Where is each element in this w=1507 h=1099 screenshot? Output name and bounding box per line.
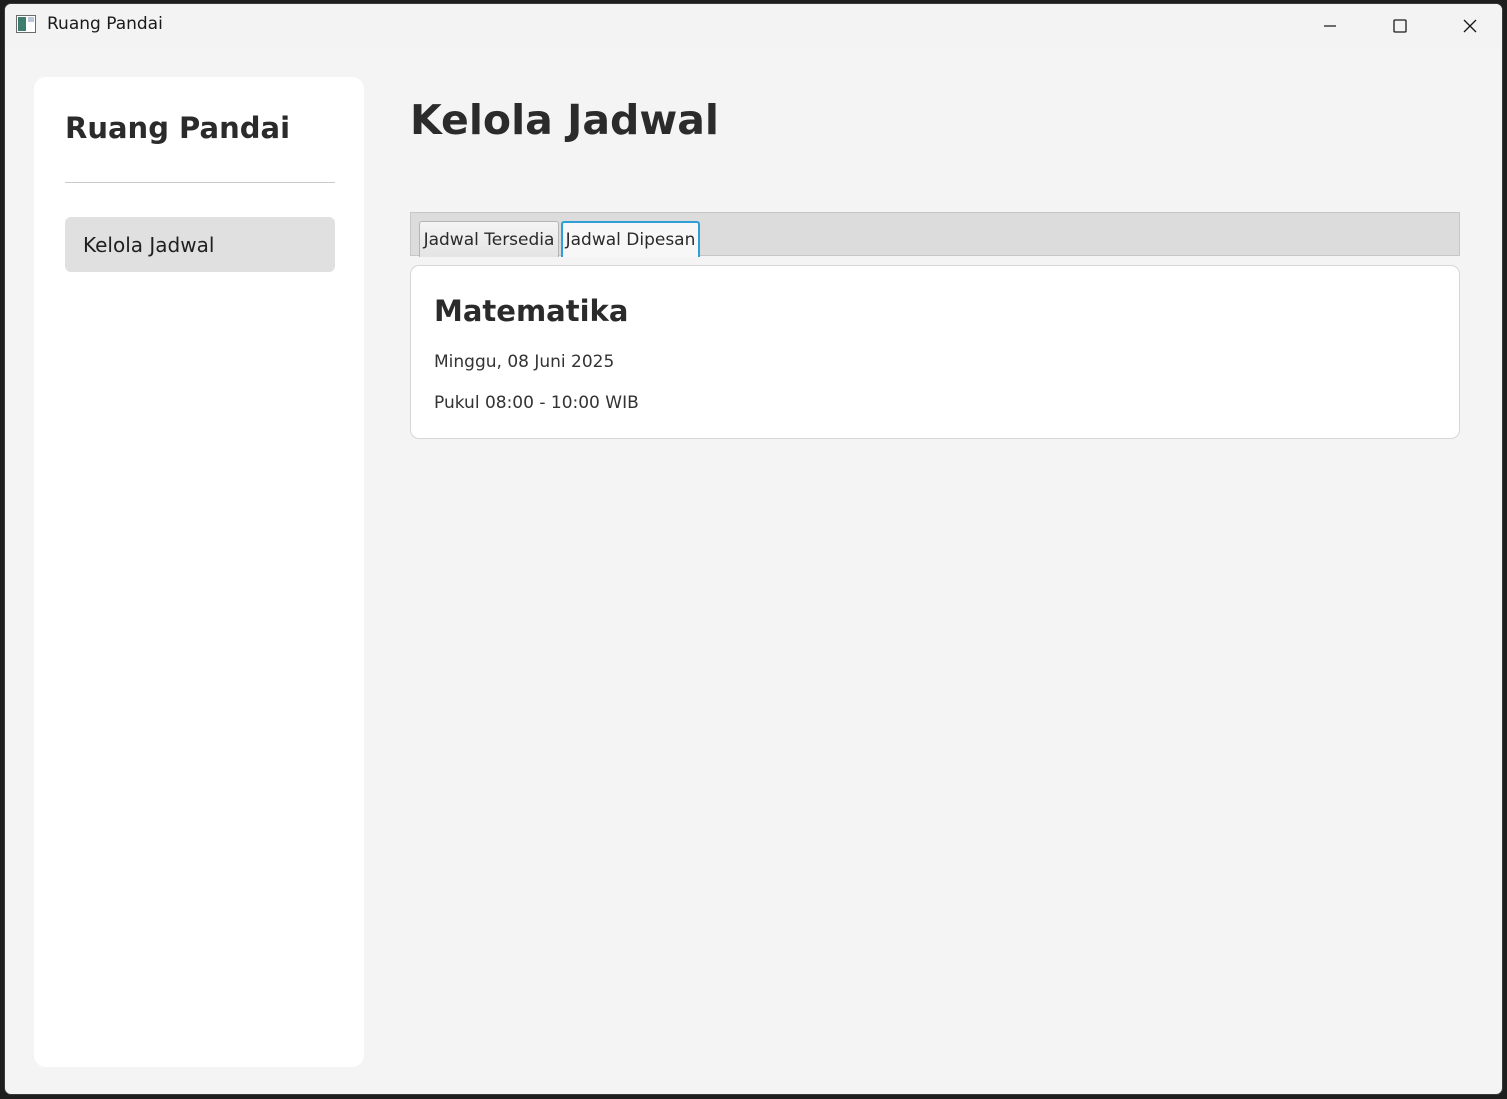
tab-bar: Jadwal Tersedia Jadwal Dipesan <box>410 212 1460 257</box>
sidebar-item-label: Kelola Jadwal <box>83 232 215 257</box>
sidebar-title: Ruang Pandai <box>65 111 291 145</box>
app-window: Ruang Pandai Ruang Pandai Kelola Jadwal … <box>4 3 1503 1095</box>
maximize-button[interactable] <box>1365 4 1435 48</box>
sidebar-item-kelola-jadwal[interactable]: Kelola Jadwal <box>65 217 335 272</box>
card-date: Minggu, 08 Juni 2025 <box>434 352 615 372</box>
card-time: Pukul 08:00 - 10:00 WIB <box>434 393 639 413</box>
app-icon <box>16 15 36 33</box>
card-subject: Matematika <box>434 294 629 328</box>
schedule-card: Matematika Minggu, 08 Juni 2025 Pukul 08… <box>410 265 1460 439</box>
page-title: Kelola Jadwal <box>410 96 719 144</box>
title-bar[interactable]: Ruang Pandai <box>5 4 1502 48</box>
close-icon <box>1462 18 1478 34</box>
tab-label: Jadwal Tersedia <box>423 229 555 250</box>
sidebar-divider <box>65 182 335 183</box>
maximize-icon <box>1392 18 1408 34</box>
close-button[interactable] <box>1435 4 1502 48</box>
tab-jadwal-dipesan[interactable]: Jadwal Dipesan <box>561 221 700 257</box>
window-title: Ruang Pandai <box>47 14 163 34</box>
minimize-button[interactable] <box>1295 4 1365 48</box>
sidebar: Ruang Pandai Kelola Jadwal <box>34 77 364 1067</box>
tab-label: Jadwal Dipesan <box>565 230 696 250</box>
minimize-icon <box>1322 18 1338 34</box>
tab-jadwal-tersedia[interactable]: Jadwal Tersedia <box>419 221 559 257</box>
